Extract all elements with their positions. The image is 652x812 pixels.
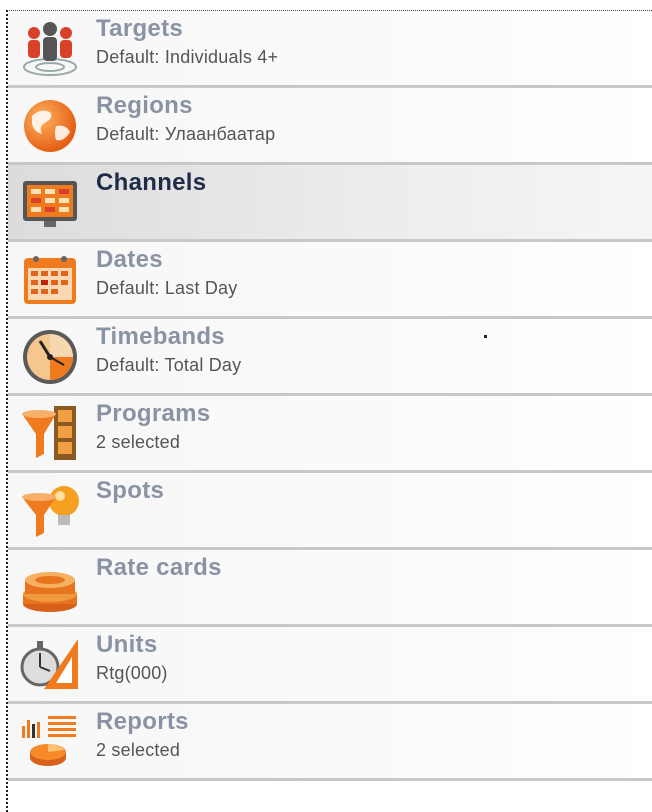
menu-item-label: Channels bbox=[96, 169, 207, 196]
menu-item-subtitle: Default: Individuals 4+ bbox=[96, 47, 279, 67]
menu-item-subtitle: Default: Улаанбаатар bbox=[96, 124, 276, 144]
menu-item-label: Spots bbox=[96, 477, 165, 504]
menu-item-label: Regions bbox=[96, 92, 193, 119]
menu-item-subtitle: Default: Total Day bbox=[96, 355, 242, 375]
people-target-icon bbox=[20, 19, 82, 77]
menu-item-channels[interactable]: Channels bbox=[8, 165, 652, 242]
funnel-film-icon bbox=[20, 404, 82, 462]
coin-stack-icon bbox=[20, 558, 82, 616]
menu-item-label: Programs bbox=[96, 400, 211, 427]
menu-item-targets[interactable]: Targets Default: Individuals 4+ bbox=[8, 11, 652, 88]
calendar-icon bbox=[20, 250, 82, 308]
menu-item-label: Timebands bbox=[96, 323, 225, 350]
menu-item-timebands[interactable]: Timebands Default: Total Day bbox=[8, 319, 652, 396]
menu-item-subtitle: 2 selected bbox=[96, 740, 181, 760]
menu-item-spots[interactable]: Spots bbox=[8, 473, 652, 550]
menu-item-subtitle: 2 selected bbox=[96, 432, 181, 452]
menu-item-subtitle: Default: Last Day bbox=[96, 278, 238, 298]
stopwatch-ruler-icon bbox=[20, 635, 82, 693]
menu-item-dates[interactable]: Dates Default: Last Day bbox=[8, 242, 652, 319]
menu-item-label: Units bbox=[96, 631, 158, 658]
clock-icon bbox=[20, 327, 82, 385]
artifact-dot bbox=[484, 335, 487, 338]
funnel-bulb-icon bbox=[20, 481, 82, 539]
menu-item-label: Dates bbox=[96, 246, 163, 273]
setup-menu-panel: Targets Default: Individuals 4+ Regions … bbox=[6, 10, 652, 812]
menu-item-label: Targets bbox=[96, 15, 184, 42]
globe-icon bbox=[20, 96, 82, 154]
menu-item-label: Reports bbox=[96, 708, 189, 735]
tv-channels-icon bbox=[20, 173, 82, 231]
menu-item-regions[interactable]: Regions Default: Улаанбаатар bbox=[8, 88, 652, 165]
menu-item-units[interactable]: Units Rtg(000) bbox=[8, 627, 652, 704]
menu-item-subtitle: Rtg(000) bbox=[96, 663, 168, 683]
menu-item-reports[interactable]: Reports 2 selected bbox=[8, 704, 652, 781]
chart-report-icon bbox=[20, 712, 82, 770]
menu-item-label: Rate cards bbox=[96, 554, 222, 581]
menu-item-programs[interactable]: Programs 2 selected bbox=[8, 396, 652, 473]
menu-item-rate-cards[interactable]: Rate cards bbox=[8, 550, 652, 627]
